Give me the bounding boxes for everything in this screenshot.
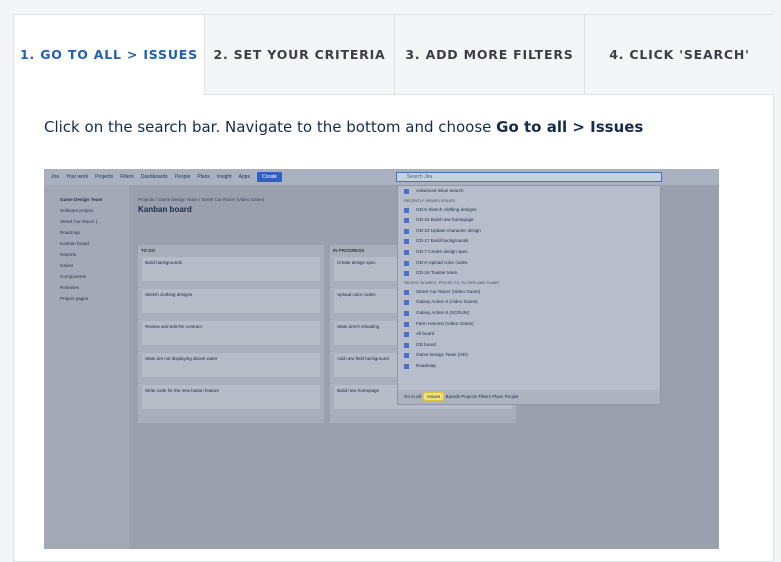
go-to-issues: Issues <box>423 392 445 401</box>
jira-sidebar: Game Design Team Software project Street… <box>44 185 129 549</box>
card: Write code for the new button feature <box>142 385 320 409</box>
go-to-all-label: Go to all: <box>404 394 423 399</box>
sidebar-releases: Releases <box>60 285 80 290</box>
board-title: Kanban board <box>138 205 192 214</box>
recent-board: Street Car Racer (Video Game) <box>398 287 660 298</box>
sidebar-project-sub: Software project <box>60 208 94 213</box>
go-to-plans: Plans <box>492 394 504 399</box>
tab-step-2[interactable]: 2. SET YOUR CRITERIA <box>204 15 394 95</box>
recent-board: All board <box>398 329 660 340</box>
nav-dashboards: Dashboards <box>140 174 168 180</box>
recent-issue: GD-6 Upload color codes <box>398 258 660 269</box>
advanced-search: Advanced issue search <box>398 186 660 197</box>
jira-screenshot: Jira Your work Projects Filters Dashboar… <box>44 169 719 549</box>
recent-issue: GD-16 Toaster team <box>398 268 660 279</box>
nav-filters: Filters <box>120 174 134 180</box>
recent-board: Game Design Team (GD) <box>398 350 660 361</box>
nav-apps: Apps <box>238 174 251 180</box>
sidebar-issues: Issues <box>60 263 74 268</box>
card: Sketch clothing designs <box>142 289 320 313</box>
card: Build backgrounds <box>142 257 320 281</box>
recent-issue: GD-23 Update character design <box>398 226 660 237</box>
go-to-projects: Projects <box>461 394 478 399</box>
nav-people: People <box>174 174 191 180</box>
column-todo: TO DO Build backgrounds Sketch clothing … <box>138 245 324 423</box>
nav-your-work: Your work <box>66 174 89 180</box>
tab-step-4[interactable]: 4. CLICK 'SEARCH' <box>584 15 774 95</box>
recent-issues-heading: RECENTLY VIEWED ISSUES <box>404 198 455 203</box>
nav-projects: Projects <box>95 174 114 180</box>
tab-step-1[interactable]: 1. GO TO ALL > ISSUES <box>14 15 204 95</box>
sidebar-project: Game Design Team <box>60 197 103 202</box>
go-to-filters: Filters <box>478 394 491 399</box>
sidebar-reports: Reports <box>60 252 77 257</box>
card: Stats are not displaying above water <box>142 353 320 377</box>
recent-issue: GD-17 Build backgrounds <box>398 236 660 247</box>
search-dropdown: Advanced issue search RECENTLY VIEWED IS… <box>397 185 661 405</box>
recent-board: GD board <box>398 340 660 351</box>
go-to-all-footer: Go to all: Issues Boards Projects Filter… <box>398 390 660 404</box>
go-to-people: People <box>504 394 519 399</box>
tab-step-3[interactable]: 3. ADD MORE FILTERS <box>394 15 584 95</box>
instruction-text: Click on the search bar. Navigate to the… <box>44 118 643 136</box>
tutorial-frame: 1. GO TO ALL > ISSUES 2. SET YOUR CRITER… <box>13 14 774 562</box>
jira-logo: Jira <box>51 174 60 180</box>
sidebar-board: Street Car Racer (... <box>60 219 102 224</box>
recent-board: Galaxy Action 6 (Video Game) <box>398 297 660 308</box>
sidebar-components: Components <box>60 274 87 279</box>
recent-board: Galaxy Action 6 (SCRUM) <box>398 308 660 319</box>
sidebar-kanban: Kanban board <box>60 241 89 246</box>
breadcrumb: Projects / Game Design Team / Street Car… <box>138 197 265 202</box>
step-tabs: 1. GO TO ALL > ISSUES 2. SET YOUR CRITER… <box>14 15 774 95</box>
recent-board: Roadmap <box>398 361 660 372</box>
sidebar-roadmap: Roadmap <box>60 230 80 235</box>
instruction-plain: Click on the search bar. Navigate to the… <box>44 118 497 136</box>
recent-issue: GD-24 Build new homepage <box>398 215 660 226</box>
recent-issue: GD-7 Create design spec <box>398 247 660 258</box>
recent-issue: GD-5 Sketch clothing designs <box>398 205 660 216</box>
recent-boards-heading: RECENT BOARDS, PROJECTS, FILTERS AND PLA… <box>404 280 499 285</box>
create-button: Create <box>257 172 283 182</box>
recent-board: Farm Harvest (Video Game) <box>398 319 660 330</box>
nav-insight: Insight <box>216 174 232 180</box>
column-todo-name: TO DO <box>141 248 156 253</box>
sidebar-project-pages: Project pages <box>60 296 89 301</box>
go-to-boards: Boards <box>445 394 460 399</box>
instruction-bold: Go to all > Issues <box>496 118 644 136</box>
jira-search-input: Search Jira <box>396 172 662 182</box>
nav-plans: Plans <box>197 174 210 180</box>
card: Review and edit the contract <box>142 321 320 345</box>
